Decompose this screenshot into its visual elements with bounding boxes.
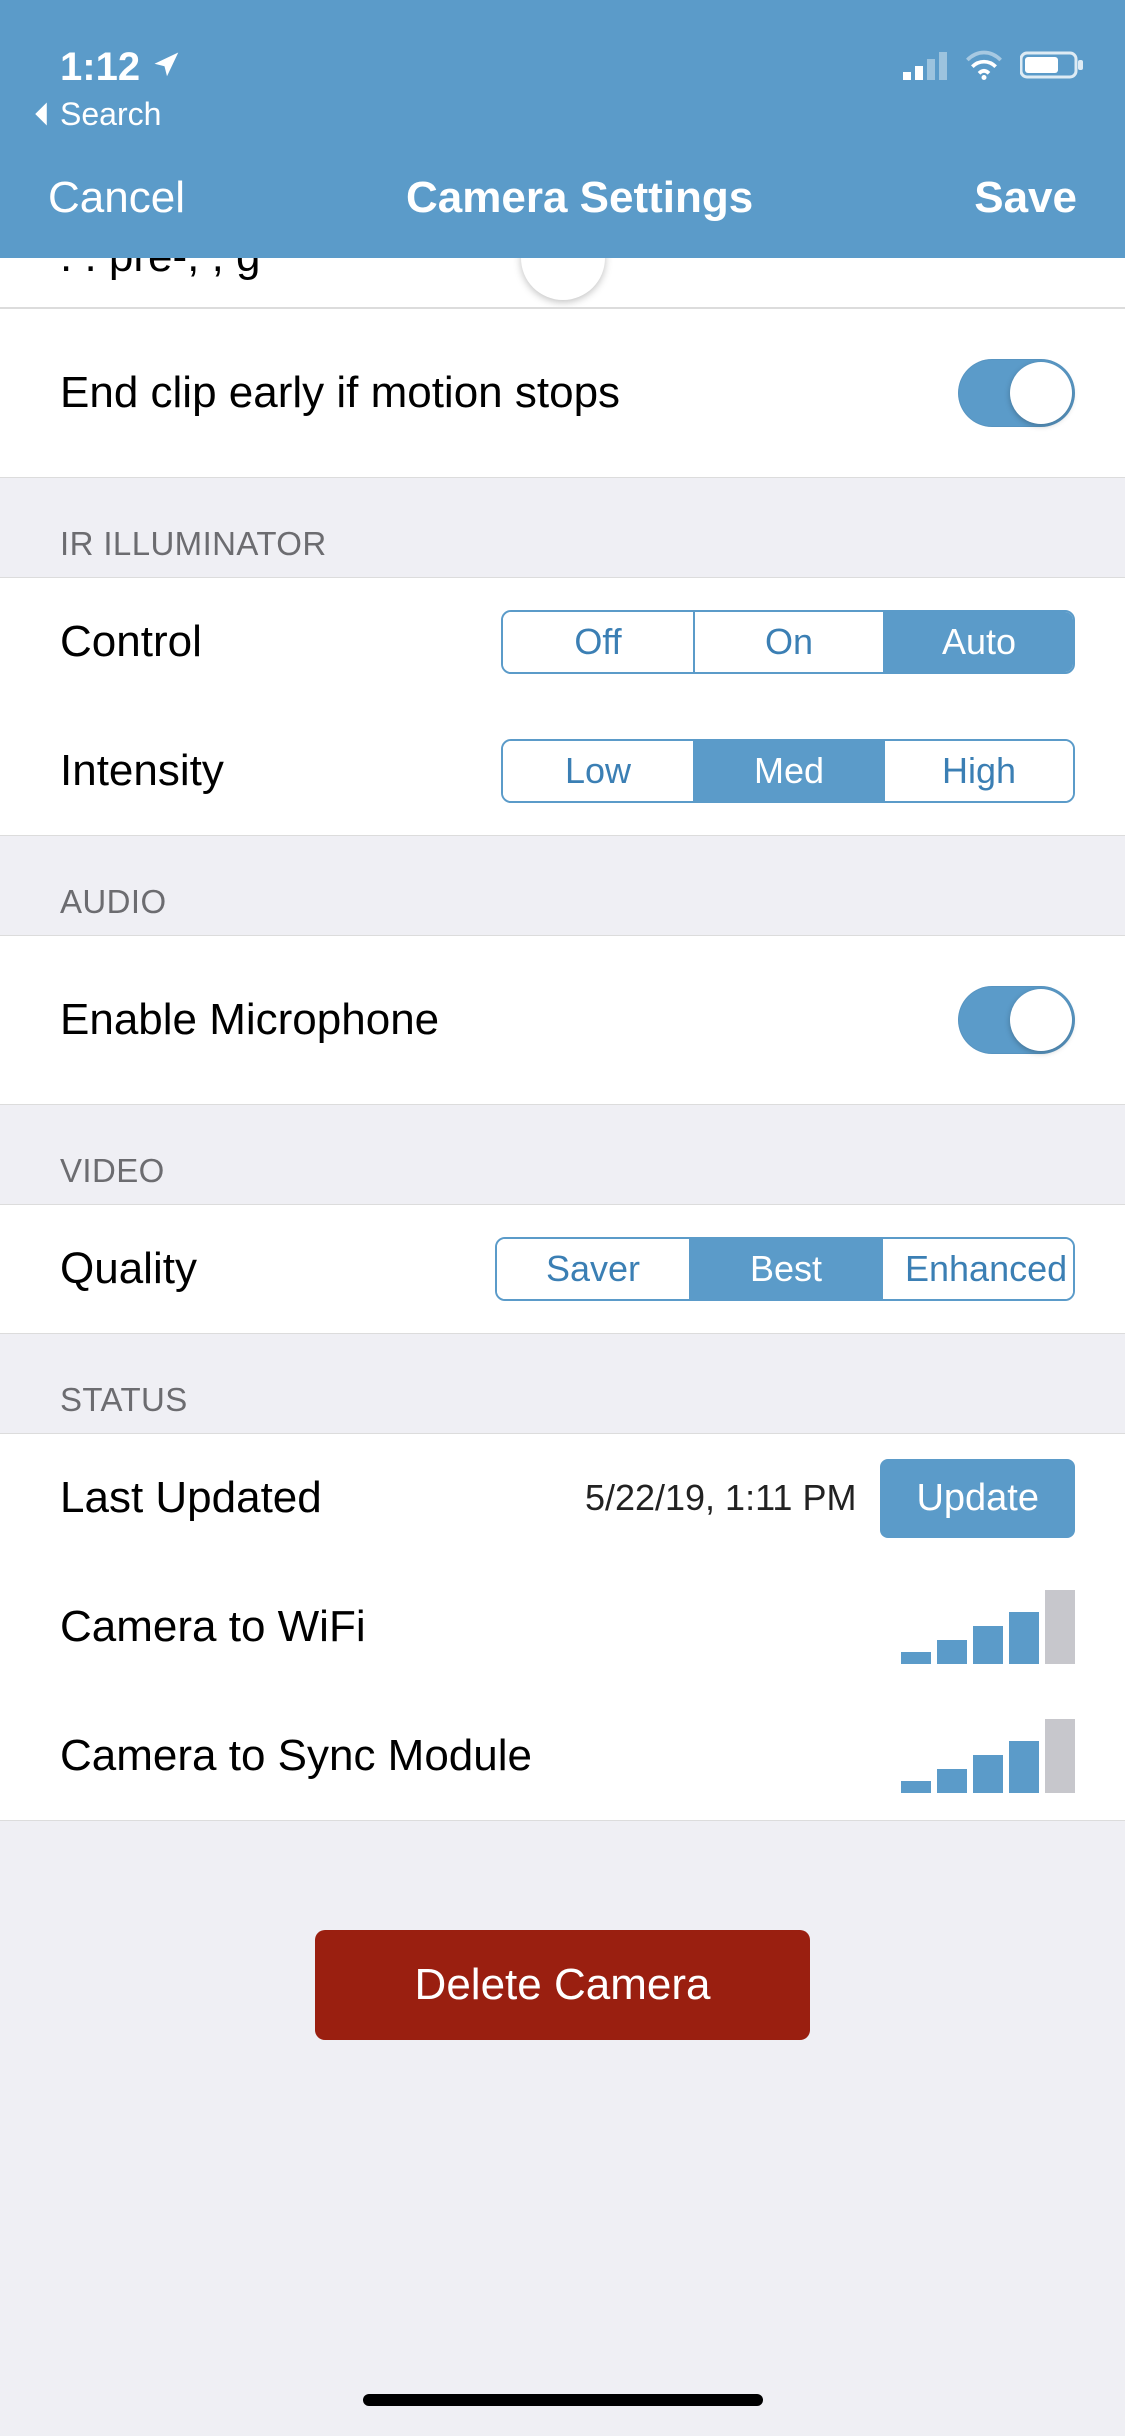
control-option-auto[interactable]: Auto: [883, 612, 1073, 672]
slider-knob-icon[interactable]: [521, 258, 605, 300]
camera-to-sync-label: Camera to Sync Module: [60, 1731, 532, 1781]
last-updated-label: Last Updated: [60, 1473, 322, 1523]
cell-signal-icon: [903, 45, 948, 90]
intensity-option-high[interactable]: High: [883, 741, 1073, 801]
home-indicator: [363, 2394, 763, 2406]
page-title: Camera Settings: [406, 173, 753, 223]
quality-option-enhanced[interactable]: Enhanced: [881, 1239, 1073, 1299]
breadcrumb-back[interactable]: Search: [0, 90, 1125, 138]
control-row: Control OffOnAuto: [0, 577, 1125, 707]
intensity-segment[interactable]: LowMedHigh: [501, 739, 1075, 803]
section-audio-header: AUDIO: [0, 835, 1125, 935]
control-label: Control: [60, 617, 202, 667]
last-updated-row: Last Updated 5/22/19, 1:11 PM Update: [0, 1433, 1125, 1563]
camera-to-wifi-row: Camera to WiFi: [0, 1562, 1125, 1692]
quality-option-best[interactable]: Best: [689, 1239, 881, 1299]
quality-label: Quality: [60, 1244, 197, 1294]
status-time: 1:12: [60, 45, 140, 90]
camera-to-wifi-label: Camera to WiFi: [60, 1602, 366, 1652]
quality-segment[interactable]: SaverBestEnhanced: [495, 1237, 1075, 1301]
intensity-label: Intensity: [60, 746, 224, 796]
status-right: [903, 45, 1085, 90]
navbar: Cancel Camera Settings Save: [0, 138, 1125, 258]
cancel-button[interactable]: Cancel: [48, 173, 185, 223]
delete-camera-button[interactable]: Delete Camera: [315, 1930, 811, 2040]
quality-row: Quality SaverBestEnhanced: [0, 1204, 1125, 1334]
quality-option-saver[interactable]: Saver: [497, 1239, 689, 1299]
section-video-header: VIDEO: [0, 1104, 1125, 1204]
breadcrumb-label: Search: [60, 96, 161, 133]
update-button[interactable]: Update: [880, 1459, 1075, 1538]
end-clip-early-label: End clip early if motion stops: [60, 368, 620, 418]
microphone-row: Enable Microphone: [0, 935, 1125, 1105]
partial-cell: . . pre-, , g: [0, 258, 1125, 308]
section-status-header: STATUS: [0, 1333, 1125, 1433]
battery-icon: [1020, 45, 1085, 90]
section-ir-header: IR ILLUMINATOR: [0, 477, 1125, 577]
location-icon: [152, 45, 182, 90]
control-option-off[interactable]: Off: [503, 612, 693, 672]
last-updated-value: 5/22/19, 1:11 PM: [585, 1477, 857, 1519]
end-clip-early-row: End clip early if motion stops: [0, 308, 1125, 478]
sync-signal-icon: [901, 1719, 1075, 1793]
camera-to-sync-row: Camera to Sync Module: [0, 1691, 1125, 1821]
save-button[interactable]: Save: [974, 173, 1077, 223]
control-segment[interactable]: OffOnAuto: [501, 610, 1075, 674]
control-option-on[interactable]: On: [693, 612, 883, 672]
intensity-row: Intensity LowMedHigh: [0, 706, 1125, 836]
microphone-label: Enable Microphone: [60, 995, 439, 1045]
wifi-icon: [964, 45, 1004, 90]
intensity-option-med[interactable]: Med: [693, 741, 883, 801]
status-bar: 1:12: [0, 0, 1125, 90]
microphone-toggle[interactable]: [958, 986, 1075, 1054]
wifi-signal-icon: [901, 1590, 1075, 1664]
intensity-option-low[interactable]: Low: [503, 741, 693, 801]
end-clip-early-toggle[interactable]: [958, 359, 1075, 427]
